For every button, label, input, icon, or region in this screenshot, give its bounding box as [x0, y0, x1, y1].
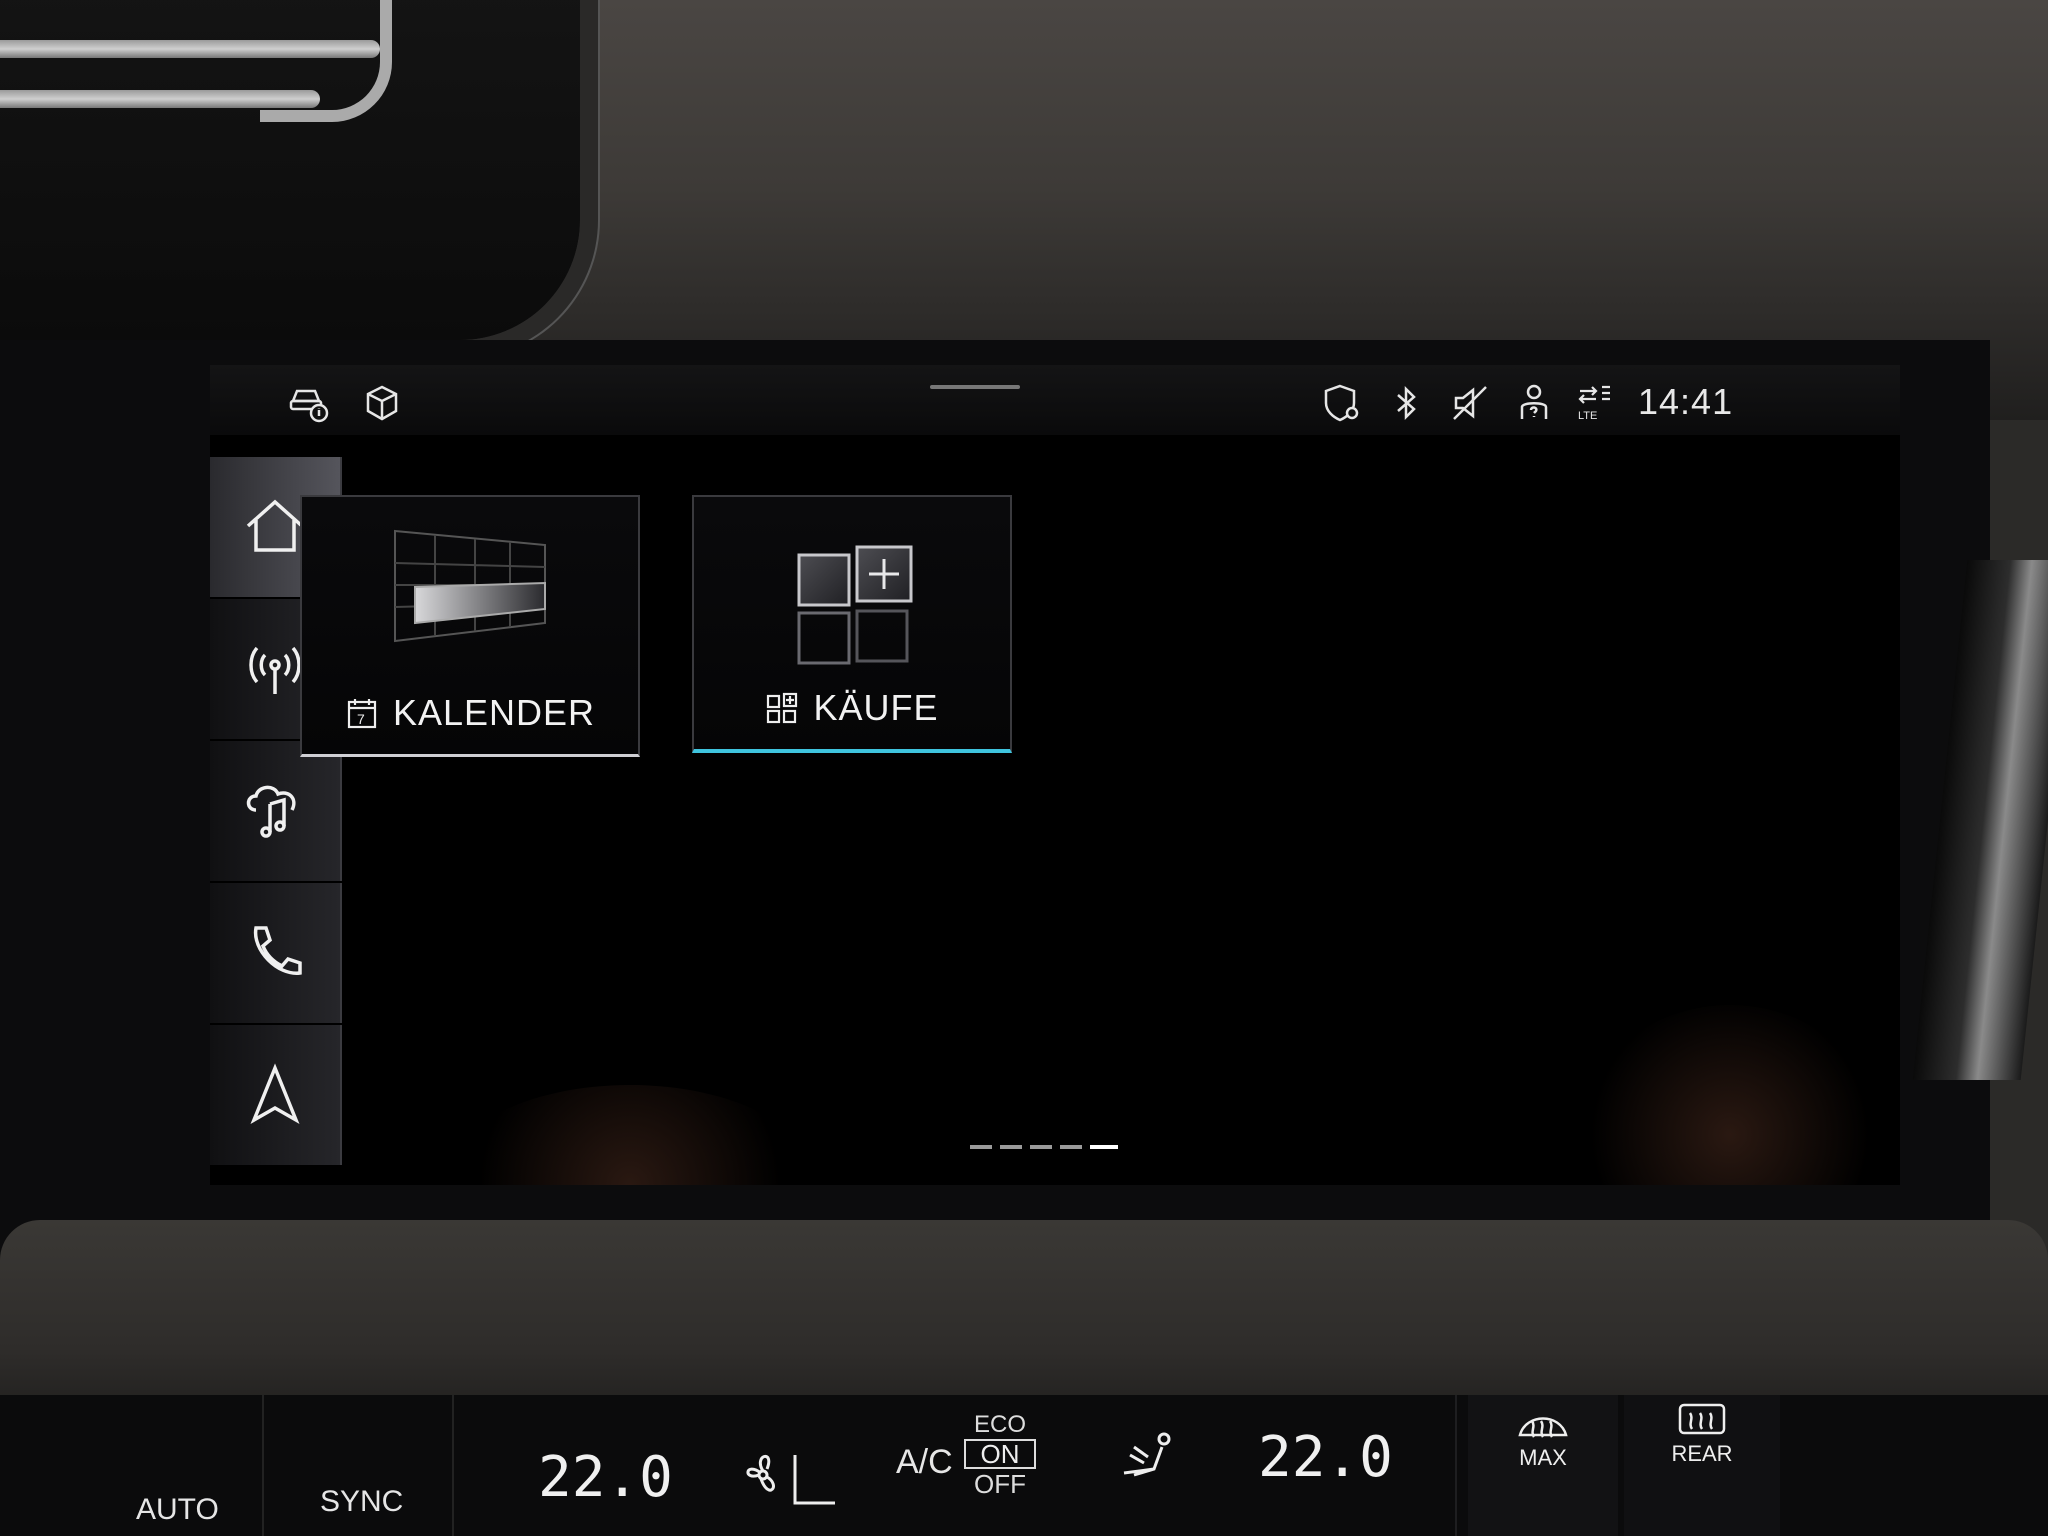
calendar-icon: 7: [347, 699, 377, 729]
vent-ring: [260, 0, 392, 122]
max-defrost-button[interactable]: MAX: [1468, 1395, 1618, 1536]
climate-panel: AUTO SYNC 22.0 A/C ECO ON OFF 22.0 MAX R…: [0, 1395, 2048, 1536]
svg-text:LTE: LTE: [1578, 410, 1597, 422]
infotainment-screen: LTE 14:41 7 KALENDER KÄUFE: [210, 365, 1900, 1185]
navigation-icon: [250, 1063, 300, 1125]
page-dot[interactable]: [970, 1145, 992, 1149]
divider: [452, 1395, 454, 1536]
clock: 14:41: [1638, 381, 1734, 422]
tile-purchases[interactable]: KÄUFE: [692, 495, 1012, 753]
divider: [1455, 1395, 1457, 1536]
ac-button[interactable]: A/C: [896, 1443, 953, 1482]
car-info-icon[interactable]: [285, 379, 333, 427]
tile-calendar-text: KALENDER: [392, 692, 596, 733]
fan-icon: [746, 1455, 835, 1505]
page-dot[interactable]: [1060, 1145, 1082, 1149]
right-temperature[interactable]: 22.0: [1258, 1425, 1393, 1490]
on-label: ON: [964, 1439, 1036, 1469]
tile-calendar[interactable]: 7 KALENDER: [300, 495, 640, 757]
left-temperature[interactable]: 22.0: [538, 1445, 673, 1510]
auto-button[interactable]: AUTO: [136, 1493, 219, 1527]
sync-button[interactable]: SYNC: [320, 1485, 403, 1519]
rear-label: REAR: [1671, 1441, 1733, 1466]
nav-navigation[interactable]: [210, 1025, 342, 1165]
person-help-icon[interactable]: [1510, 379, 1558, 427]
air-vent: [0, 0, 580, 340]
shield-location-icon[interactable]: [1318, 379, 1366, 427]
windshield-defrost-icon: [1518, 1417, 1568, 1438]
apps-icon: [767, 692, 798, 724]
apps-illustration-icon: [797, 545, 913, 665]
tile-purchases-text: KÄUFE: [813, 687, 939, 728]
nav-phone[interactable]: [210, 883, 342, 1023]
tile-calendar-label: 7 KALENDER: [302, 692, 638, 734]
tile-purchases-label: KÄUFE: [694, 687, 1010, 729]
phone-icon: [253, 926, 302, 975]
rear-defrost-icon: [1678, 1403, 1726, 1435]
package-icon[interactable]: [358, 379, 406, 427]
divider: [262, 1395, 264, 1536]
off-label: OFF: [974, 1469, 1026, 1499]
svg-text:7: 7: [357, 711, 366, 727]
fan-control[interactable]: [735, 1435, 845, 1515]
screen-reflection: [1580, 1005, 1880, 1185]
screen-reflection: [440, 1085, 820, 1185]
page-dot-active[interactable]: [1090, 1145, 1118, 1149]
nav-media[interactable]: [210, 741, 342, 881]
page-dot[interactable]: [1000, 1145, 1022, 1149]
rear-defrost-button[interactable]: REAR: [1624, 1395, 1780, 1536]
bluetooth-icon[interactable]: [1382, 379, 1430, 427]
drag-handle[interactable]: [930, 385, 1020, 389]
page-indicator[interactable]: [970, 1145, 1118, 1149]
calendar-illustration-icon: [394, 529, 546, 643]
seat-airflow-control[interactable]: [1114, 1425, 1184, 1495]
lte-data-icon[interactable]: LTE: [1572, 379, 1620, 427]
status-bar: LTE 14:41: [210, 365, 1900, 435]
eco-label: ECO: [973, 1411, 1026, 1438]
mute-icon[interactable]: [1446, 379, 1494, 427]
eco-on-off-indicator[interactable]: ECO ON OFF: [964, 1413, 1036, 1497]
page-dot[interactable]: [1030, 1145, 1052, 1149]
media-cloud-icon: [246, 785, 296, 838]
max-label: MAX: [1519, 1445, 1567, 1470]
seat-airflow-icon: [1123, 1432, 1171, 1477]
